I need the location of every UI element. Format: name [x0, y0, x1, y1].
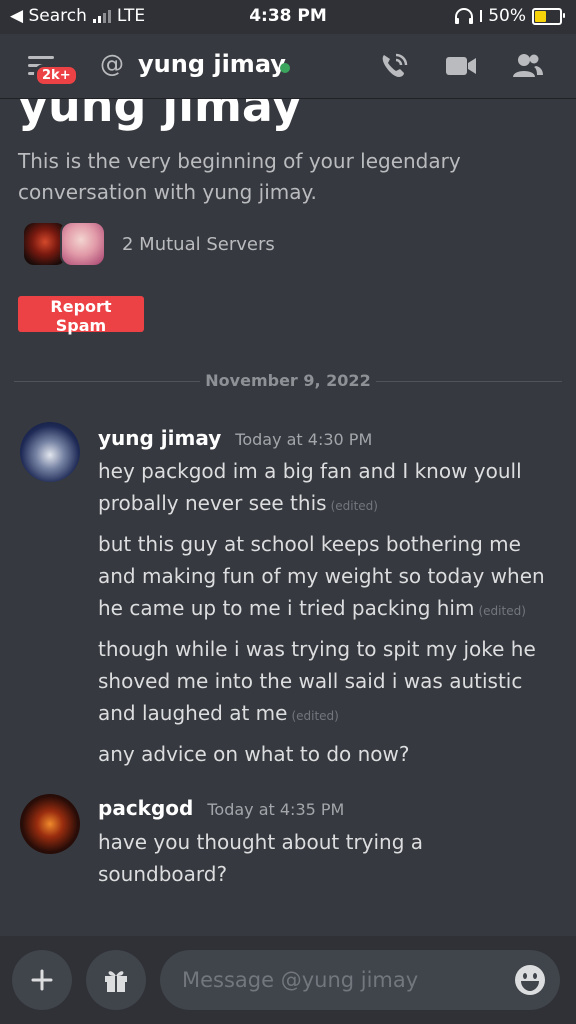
message-input[interactable]	[160, 950, 560, 1010]
message-body: hey packgod im a big fan and I know youl…	[98, 455, 558, 770]
dm-intro-name: yung jimay	[18, 98, 302, 132]
date-divider: November 9, 2022	[14, 368, 562, 394]
divider-date: November 9, 2022	[205, 371, 371, 390]
message-line: hey packgod im a big fan and I know youl…	[98, 459, 522, 515]
message-line: but this guy at school keeps bothering m…	[98, 532, 545, 620]
message-line: though while i was trying to spit my jok…	[98, 637, 536, 725]
message-header: packgod Today at 4:35 PM	[98, 796, 344, 820]
avatar[interactable]	[20, 794, 80, 854]
mutual-servers-label: 2 Mutual Servers	[122, 233, 275, 255]
gift-icon[interactable]	[86, 950, 146, 1010]
dm-intro-text: This is the very beginning of your legen…	[18, 149, 461, 204]
call-icon[interactable]	[378, 50, 412, 82]
message-composer	[0, 936, 576, 1024]
status-bar: ◀ Search LTE 4:38 PM 50%	[0, 0, 576, 34]
message-line: any advice on what to do now?	[98, 742, 410, 766]
avatar[interactable]	[20, 422, 80, 482]
channel-header: 2k+ @ yung jimay	[0, 34, 576, 99]
at-icon: @	[100, 50, 124, 78]
message-line: have you thought about trying a soundboa…	[98, 830, 424, 886]
headphones-icon	[455, 8, 474, 24]
emoji-icon[interactable]	[514, 964, 546, 996]
server-icon	[60, 221, 106, 267]
battery-percent: 50%	[488, 6, 526, 26]
message-author[interactable]: yung jimay	[98, 426, 221, 450]
report-spam-button[interactable]: Report Spam	[18, 296, 144, 335]
message-timestamp: Today at 4:30 PM	[235, 430, 373, 449]
chat-scroll-area[interactable]: yung jimay This is the very beginning of…	[0, 98, 576, 936]
message-header: yung jimay Today at 4:30 PM	[98, 426, 372, 450]
online-status-dot	[280, 63, 290, 73]
channel-title[interactable]: yung jimay	[138, 50, 286, 78]
notification-badge: 2k+	[34, 64, 79, 87]
message-timestamp: Today at 4:35 PM	[207, 800, 345, 819]
message-body: have you thought about trying a soundboa…	[98, 826, 438, 890]
members-icon[interactable]	[510, 50, 544, 82]
battery-icon	[532, 7, 565, 25]
cell-bars-icon	[480, 10, 483, 22]
plus-icon[interactable]	[12, 950, 72, 1010]
mutual-servers[interactable]: 2 Mutual Servers	[22, 221, 275, 267]
message-author[interactable]: packgod	[98, 796, 193, 820]
video-icon[interactable]	[444, 50, 478, 82]
